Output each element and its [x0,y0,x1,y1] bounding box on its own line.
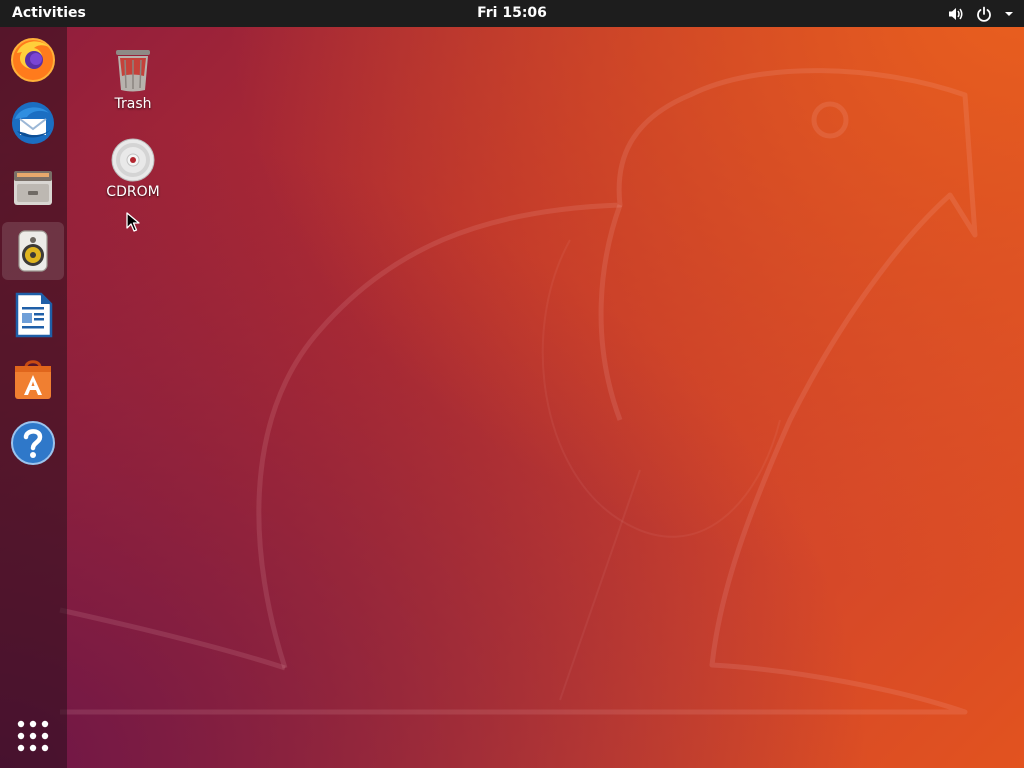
firefox-icon [11,38,55,82]
thunderbird-icon [12,102,54,144]
volume-icon[interactable] [948,6,964,22]
help-icon [11,421,55,465]
power-icon[interactable] [976,6,992,22]
dropdown-arrow-icon[interactable] [1004,6,1014,22]
dock-item-ubuntu-software[interactable] [2,350,64,408]
ubuntu-software-icon [15,360,51,399]
wallpaper-art [59,68,978,715]
dock-item-rhythmbox[interactable] [2,222,64,280]
dock-item-files[interactable] [2,158,64,216]
top-panel: Activities Fri 15:06 [0,0,1024,27]
desktop-icon-cdrom[interactable]: CDROM [88,138,178,200]
dock-item-help[interactable] [2,414,64,472]
rhythmbox-icon [18,230,48,272]
activities-button[interactable]: Activities [12,5,86,21]
desktop-icon-trash[interactable]: Trash [88,46,178,112]
dock-item-firefox[interactable] [2,30,64,88]
dock [0,27,67,768]
cdrom-icon [111,138,155,182]
clock[interactable]: Fri 15:06 [452,5,572,21]
trash-icon [116,50,150,92]
files-icon [14,171,52,205]
show-applications-icon [17,720,49,752]
dock-item-thunderbird[interactable] [2,94,64,152]
desktop-icon-label: Trash [114,96,152,112]
desktop[interactable]: Activities Fri 15:06 Trash CDROM [0,0,1024,768]
show-applications-button[interactable] [2,708,64,764]
desktop-icon-label: CDROM [106,184,160,200]
mouse-cursor-icon [126,212,140,232]
libreoffice-writer-icon [15,292,53,338]
system-tray[interactable] [948,4,1014,23]
dock-item-libreoffice-writer[interactable] [2,286,64,344]
